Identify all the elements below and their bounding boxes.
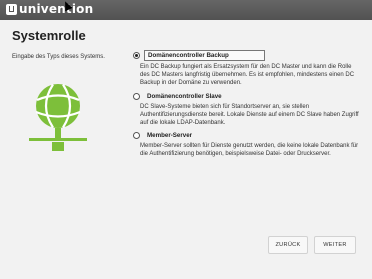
option-dc-backup: Domänencontroller Backup Ein DC Backup f… (133, 50, 361, 88)
globe-network-icon (29, 83, 87, 151)
option-dc-slave: Domänencontroller Slave DC Slave-Systeme… (133, 92, 361, 128)
option-dc-backup-label[interactable]: Domänencontroller Backup (144, 50, 265, 61)
option-dc-backup-row[interactable]: Domänencontroller Backup (133, 50, 361, 61)
next-button[interactable]: WEITER (314, 236, 356, 254)
brand-name: univention (19, 2, 94, 16)
option-dc-slave-description: DC Slave-Systeme bieten sich für Standor… (140, 103, 359, 127)
top-bar: univention (0, 0, 372, 20)
option-dc-backup-description: Ein DC Backup fungiert als Ersatzsystem … (140, 64, 355, 87)
univention-logo-icon (6, 4, 17, 15)
option-dc-slave-label[interactable]: Domänencontroller Slave (144, 92, 225, 101)
back-button[interactable]: ZURÜCK (268, 236, 308, 254)
radio-dc-backup[interactable] (133, 52, 140, 59)
radio-dc-slave[interactable] (133, 92, 140, 100)
option-member-server: Member-Server Member-Server sollten für … (133, 131, 361, 158)
option-member-server-description: Member-Server sollten für Dienste genutz… (140, 143, 359, 158)
page-title: Systemrolle (12, 28, 86, 43)
option-member-server-label[interactable]: Member-Server (144, 131, 195, 140)
page-description: Eingabe des Typs dieses Systems. (12, 54, 105, 60)
system-role-options: Domänencontroller Backup Ein DC Backup f… (133, 50, 361, 163)
univention-logo: univention (6, 3, 93, 16)
option-member-server-row[interactable]: Member-Server (133, 131, 361, 140)
radio-member-server[interactable] (133, 132, 140, 140)
option-dc-slave-row[interactable]: Domänencontroller Slave (133, 92, 361, 101)
